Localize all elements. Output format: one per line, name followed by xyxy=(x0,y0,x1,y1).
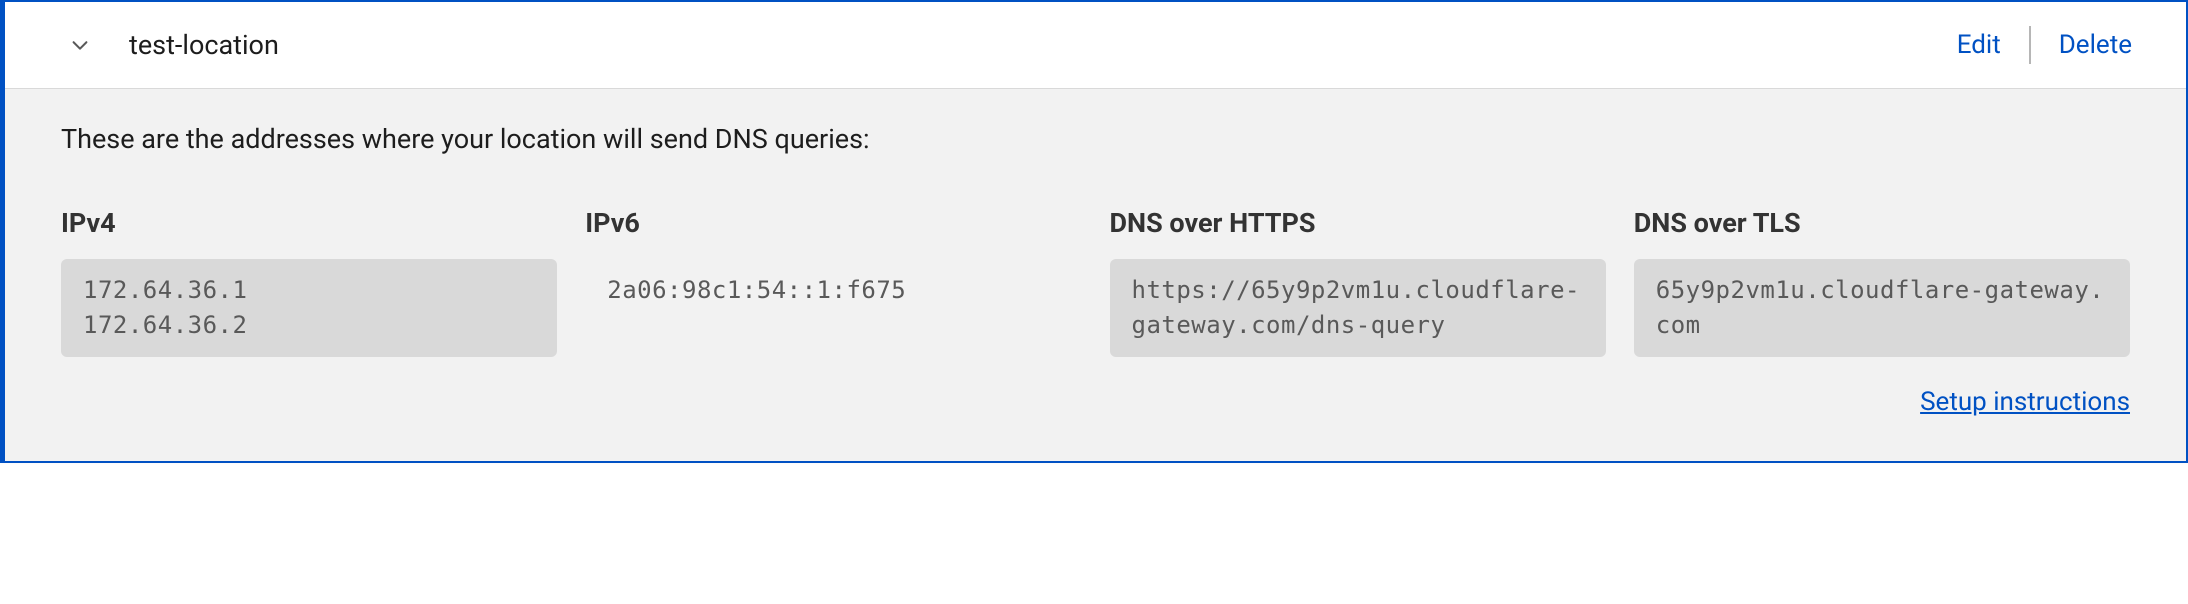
panel-header-left: test-location xyxy=(65,29,279,61)
location-name: test-location xyxy=(129,29,279,61)
doh-heading: DNS over HTTPS xyxy=(1110,207,1606,239)
ipv4-heading: IPv4 xyxy=(61,207,557,239)
panel-body: These are the addresses where your locat… xyxy=(5,89,2186,461)
ipv4-line-2: 172.64.36.2 xyxy=(83,308,535,343)
ipv4-column: IPv4 172.64.36.1 172.64.36.2 xyxy=(61,207,557,357)
edit-button[interactable]: Edit xyxy=(1947,26,2011,64)
panel-header-actions: Edit Delete xyxy=(1947,26,2142,64)
ipv4-value[interactable]: 172.64.36.1 172.64.36.2 xyxy=(61,259,557,357)
dot-heading: DNS over TLS xyxy=(1634,207,2130,239)
address-columns: IPv4 172.64.36.1 172.64.36.2 IPv6 2a06:9… xyxy=(61,207,2130,357)
delete-button[interactable]: Delete xyxy=(2049,26,2142,64)
actions-divider xyxy=(2029,26,2031,64)
panel-header: test-location Edit Delete xyxy=(5,2,2186,89)
ipv6-heading: IPv6 xyxy=(585,207,1081,239)
location-panel: test-location Edit Delete These are the … xyxy=(0,0,2188,463)
body-description: These are the addresses where your locat… xyxy=(61,123,2130,155)
ipv6-column: IPv6 2a06:98c1:54::1:f675 xyxy=(585,207,1081,357)
dot-value[interactable]: 65y9p2vm1u.cloudflare-gateway.com xyxy=(1634,259,2130,357)
dot-column: DNS over TLS 65y9p2vm1u.cloudflare-gatew… xyxy=(1634,207,2130,357)
ipv6-value[interactable]: 2a06:98c1:54::1:f675 xyxy=(585,259,1081,322)
setup-instructions-link[interactable]: Setup instructions xyxy=(1920,387,2130,417)
chevron-down-icon[interactable] xyxy=(65,30,95,60)
doh-value[interactable]: https://65y9p2vm1u.cloudflare-gateway.co… xyxy=(1110,259,1606,357)
footer-row: Setup instructions xyxy=(61,387,2130,417)
ipv4-line-1: 172.64.36.1 xyxy=(83,273,535,308)
doh-column: DNS over HTTPS https://65y9p2vm1u.cloudf… xyxy=(1110,207,1606,357)
